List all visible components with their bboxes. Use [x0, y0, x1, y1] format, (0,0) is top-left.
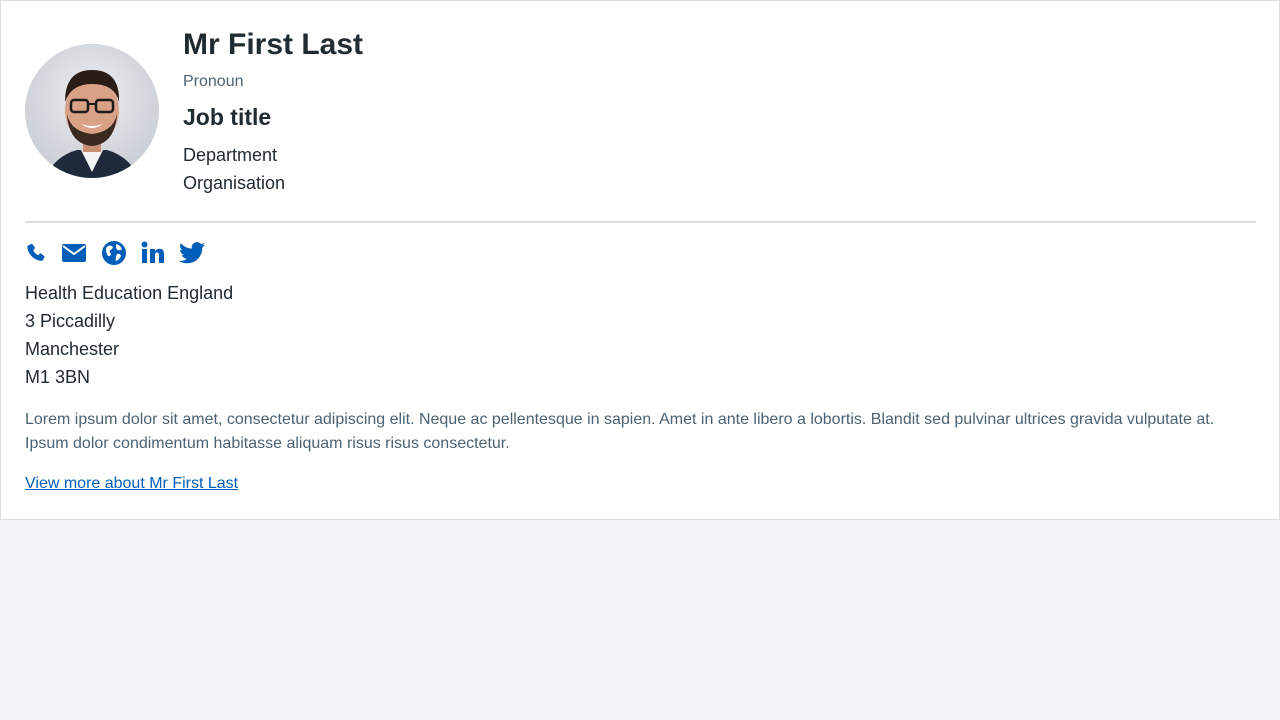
twitter-icon[interactable] [179, 242, 205, 264]
profile-avatar [25, 44, 159, 178]
profile-header: Mr First Last Pronoun Job title Departme… [183, 25, 363, 197]
profile-pronoun: Pronoun [183, 73, 244, 90]
address-line-2: 3 Piccadilly [25, 311, 116, 331]
linkedin-icon[interactable] [141, 241, 165, 265]
section-divider [25, 221, 1256, 223]
contact-icons [25, 239, 219, 267]
address-line-1: Health Education England [25, 283, 234, 303]
address-city: Manchester [25, 339, 120, 359]
address-postcode: M1 3BN [25, 367, 91, 387]
profile-department: Department [183, 145, 278, 165]
profile-name: Mr First Last [183, 28, 364, 61]
profile-bio: Lorem ipsum dolor sit amet, consectetur … [25, 411, 1215, 452]
profile-card: Mr First Last Pronoun Job title Departme… [0, 0, 1280, 520]
phone-icon[interactable] [25, 242, 47, 264]
profile-job-title: Job title [183, 104, 272, 130]
view-more-link[interactable]: View more about Mr First Last [25, 472, 238, 496]
profile-organisation: Organisation [183, 173, 286, 193]
email-icon[interactable] [61, 243, 87, 263]
globe-icon[interactable] [101, 240, 127, 266]
address-block: Health Education England 3 Piccadilly Ma… [25, 279, 233, 391]
